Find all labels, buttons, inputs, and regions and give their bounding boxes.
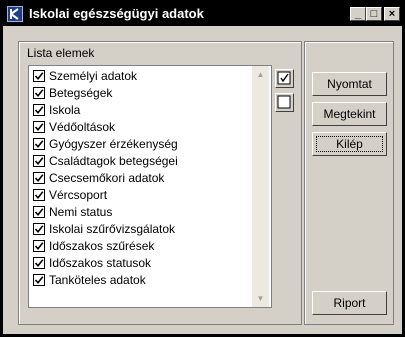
check-all-icon [277, 71, 291, 85]
list-item[interactable]: Iskola [33, 101, 80, 118]
checkbox[interactable] [33, 103, 45, 116]
checkbox[interactable] [33, 86, 45, 99]
list-item-label: Betegségek [49, 85, 113, 100]
list-item-label: Időszakos statusok [49, 255, 152, 270]
uncheck-all-button[interactable] [275, 93, 294, 112]
checkbox[interactable] [33, 273, 45, 286]
checkbox[interactable] [33, 205, 45, 218]
list-item[interactable]: Időszakos statusok [33, 254, 151, 271]
list-item-label: Iskola [49, 102, 81, 117]
window-title: Iskolai egészségügyi adatok [29, 6, 204, 21]
check-icon [34, 207, 44, 216]
check-icon [34, 156, 44, 165]
checkbox[interactable] [33, 137, 45, 150]
maximize-button[interactable]: □ [366, 7, 382, 21]
list-item-label: Csecsemőkori adatok [49, 170, 165, 185]
list-item[interactable]: Iskolai szűrővizsgálatok [33, 220, 175, 237]
check-icon [34, 241, 44, 250]
check-icon [34, 139, 44, 148]
check-all-button[interactable] [275, 69, 294, 88]
list-item-label: Vércsoport [49, 187, 108, 202]
check-icon [34, 275, 44, 284]
list-item[interactable]: Időszakos szűrések [33, 237, 154, 254]
list-item-label: Családtagok betegségei [49, 153, 178, 168]
scroll-down-icon[interactable]: ▼ [252, 290, 269, 307]
list-item[interactable]: Vércsoport [33, 186, 107, 203]
list-item-label: Nemi status [49, 204, 113, 219]
check-icon [34, 88, 44, 97]
list-item-label: Személyi adatok [49, 68, 138, 83]
list-item-label: Védőoltások [49, 119, 116, 134]
check-icon [34, 258, 44, 267]
list-item[interactable]: Gyógyszer érzékenység [33, 135, 178, 152]
title-bar[interactable]: Iskolai egészségügyi adatok _ □ × [3, 3, 402, 25]
list-item-label: Tanköteles adatok [49, 272, 146, 287]
uncheck-all-icon [277, 95, 291, 109]
list-item[interactable]: Családtagok betegségei [33, 152, 178, 169]
close-button[interactable]: × [384, 7, 400, 21]
check-icon [34, 224, 44, 233]
checkbox[interactable] [33, 188, 45, 201]
dialog-window: Iskolai egészségügyi adatok _ □ × Lista … [0, 0, 405, 337]
minimize-button[interactable]: _ [350, 7, 366, 21]
scroll-up-icon[interactable]: ▲ [252, 66, 269, 83]
list-item[interactable]: Nemi status [33, 203, 112, 220]
list-item-label: Iskolai szűrővizsgálatok [49, 221, 176, 236]
check-icon [34, 190, 44, 199]
maximize-icon: □ [370, 7, 378, 20]
minimize-icon: _ [354, 7, 362, 20]
checkbox[interactable] [33, 222, 45, 235]
checkbox[interactable] [33, 239, 45, 252]
check-icon [34, 173, 44, 182]
list-item[interactable]: Betegségek [33, 84, 112, 101]
list-item-label: Gyógyszer érzékenység [49, 136, 178, 151]
report-button[interactable]: Riport [312, 291, 387, 315]
exit-button[interactable]: Kilép [312, 132, 387, 156]
list-item[interactable]: Védőoltások [33, 118, 115, 135]
client-area: Lista elemek Személyi adatok Betegségek Is… [3, 26, 402, 334]
list-heading: Lista elemek [27, 46, 95, 60]
app-logo-icon [7, 6, 23, 22]
check-icon [34, 122, 44, 131]
item-listbox[interactable]: Személyi adatok Betegségek Iskola Védőoltás… [28, 65, 272, 308]
list-item[interactable]: Tanköteles adatok [33, 271, 146, 288]
list-item-label: Időszakos szűrések [49, 238, 155, 253]
list-item[interactable]: Csecsemőkori adatok [33, 169, 164, 186]
close-icon: × [388, 7, 396, 20]
vertical-scrollbar[interactable]: ▲ ▼ [252, 66, 269, 307]
checkbox[interactable] [33, 171, 45, 184]
view-button[interactable]: Megtekint [312, 102, 387, 126]
list-item[interactable]: Személyi adatok [33, 67, 137, 84]
check-icon [34, 71, 44, 80]
check-icon [34, 105, 44, 114]
checkbox[interactable] [33, 120, 45, 133]
checkbox[interactable] [33, 69, 45, 82]
print-button[interactable]: Nyomtat [312, 72, 387, 96]
checkbox[interactable] [33, 154, 45, 167]
checkbox[interactable] [33, 256, 45, 269]
